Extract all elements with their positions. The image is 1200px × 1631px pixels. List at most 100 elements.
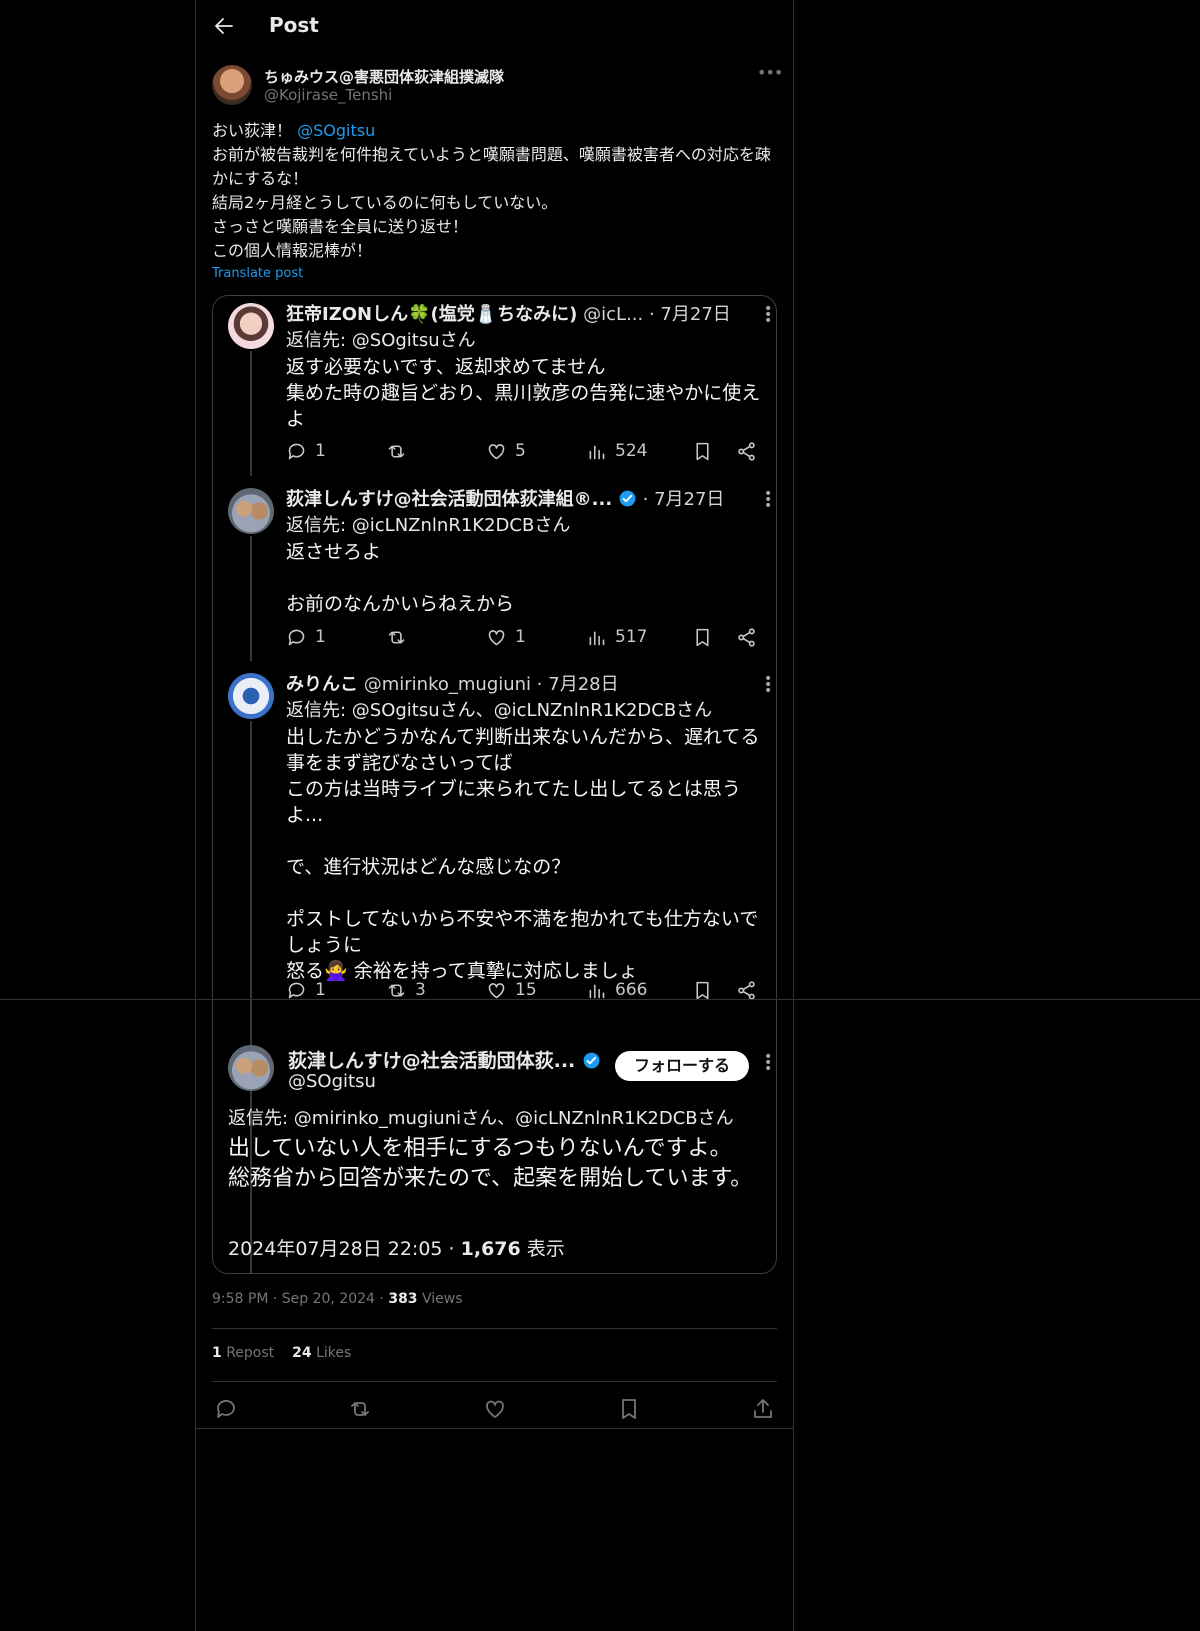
reply-handle: @icL... <box>583 304 644 325</box>
reply-to: 返信先: @SOgitsuさん、@icLNZnlnR1K2DCBさん <box>286 700 713 721</box>
repost-count: 3 <box>415 980 426 1000</box>
likes-stat[interactable]: 24 Likes <box>292 1345 351 1361</box>
reply-line: 出したかどうかなんて判断出来ないんだから、遅れてる事をまず詫びなさいってば <box>286 726 760 774</box>
reply-text: 返させろよ お前のなんかいらねえから <box>286 539 766 617</box>
focused-reply: 荻津しんすけ@社会活動団体荻... @SOgitsu フォローする • • • 返信… <box>213 1034 776 1273</box>
reply-text: 出したかどうかなんて判断出来ないんだから、遅れてる事をまず詫びなさいってば この… <box>286 724 766 984</box>
mention-link[interactable]: @SOgitsu <box>297 121 375 140</box>
views-label: Views <box>422 1291 463 1307</box>
bookmark-icon[interactable] <box>617 1397 641 1421</box>
like-icon <box>488 982 505 998</box>
embedded-screenshot[interactable]: 狂帝IZONしん🍀(塩党🧂ちなみに) @icL... · 7月27日 • • • 返… <box>212 295 777 1274</box>
reply-actions: 1 5 524 <box>286 438 766 464</box>
bookmark-icon <box>696 442 709 460</box>
post-body: おい荻津！ @SOgitsu お前が被告裁判を何件抱えていようと嘆願書問題、嘆願… <box>212 119 777 263</box>
post-greeting: おい荻津！ <box>212 121 293 140</box>
post-time[interactable]: 9:58 PM <box>212 1291 268 1307</box>
repost-icon <box>388 630 405 644</box>
post-line: この個人情報泥棒が！ <box>212 241 373 260</box>
translate-post-link[interactable]: Translate post <box>212 266 303 281</box>
top-bar: Post <box>196 0 793 53</box>
views-action: 517 <box>586 624 647 650</box>
page-title: Post <box>269 13 319 37</box>
reply-icon <box>288 443 305 459</box>
reply-avatar <box>228 1045 274 1091</box>
like-count: 15 <box>515 980 537 1000</box>
reposts-stat[interactable]: 1 Repost <box>212 1345 274 1361</box>
views-icon <box>589 983 605 998</box>
reply-header: 荻津しんすけ@社会活動団体荻津組®... · 7月27日 <box>286 485 724 511</box>
reply-count: 1 <box>315 980 326 1000</box>
reply-line <box>286 880 766 906</box>
likes-label: Likes <box>316 1345 352 1361</box>
like-count: 1 <box>515 627 526 647</box>
reply-icon[interactable] <box>214 1397 238 1421</box>
more-icon: • • • <box>764 301 773 329</box>
reply-date: · 7月27日 <box>648 304 731 325</box>
reply-line <box>286 565 766 591</box>
reply-header: 狂帝IZONしん🍀(塩党🧂ちなみに) @icL... · 7月27日 <box>286 300 731 326</box>
reply-actions: 1 1 517 <box>286 624 766 650</box>
author-handle[interactable]: @Kojirase_Tenshi <box>264 86 392 104</box>
post-line: さっさと嘆願書を全員に送り返せ！ <box>212 217 469 236</box>
share-icon <box>738 441 755 461</box>
reply-text: 出していない人を相手にするつもりないんですよ。 総務省から回答が来たので、起案を… <box>228 1134 768 1194</box>
bookmark-action <box>692 624 713 650</box>
views-count: 517 <box>615 627 648 647</box>
timestamp-text: 2024年07月28日 22:05 · <box>228 1238 461 1260</box>
reply-name: 荻津しんすけ@社会活動団体荻... <box>288 1046 601 1073</box>
reply-line: 返す必要ないです、返却求めてません <box>286 356 606 378</box>
like-count: 5 <box>515 441 526 461</box>
like-icon <box>488 629 505 645</box>
reply-line: 返させろよ <box>286 541 382 563</box>
back-arrow-icon[interactable] <box>212 14 236 38</box>
views-label: 表示 <box>520 1238 565 1260</box>
author-name[interactable]: ちゅみウス@害悪団体荻津組撲滅隊 <box>264 66 504 87</box>
share-icon[interactable] <box>751 1397 775 1421</box>
reply-to: 返信先: @icLNZnlnR1K2DCBさん <box>286 515 571 536</box>
reply-count: 1 <box>315 441 326 461</box>
like-icon[interactable] <box>483 1397 507 1421</box>
reply-header: みりんこ @mirinko_mugiuni · 7月28日 <box>286 670 619 696</box>
views-count: 1,676 <box>460 1238 521 1260</box>
reply-avatar <box>228 673 274 719</box>
reply-line: ポストしてないから不安や不満を抱かれても仕方ないでしょうに <box>286 908 759 956</box>
post-date[interactable]: Sep 20, 2024 <box>282 1291 375 1307</box>
reply-count: 1 <box>315 627 326 647</box>
reply-avatar <box>228 488 274 534</box>
verified-icon <box>583 1052 600 1069</box>
repost-icon <box>388 444 405 458</box>
follow-button: フォローする <box>615 1051 749 1081</box>
repost-icon[interactable] <box>348 1397 372 1421</box>
like-action: 5 <box>486 438 526 464</box>
views-count: 524 <box>615 441 648 461</box>
reply-date: · 7月27日 <box>642 489 725 510</box>
reply-line: お前のなんかいらねえから <box>286 593 515 615</box>
more-icon[interactable]: ••• <box>757 65 783 87</box>
reply-name: みりんこ <box>286 674 358 695</box>
author-avatar[interactable] <box>212 65 252 105</box>
repost-action <box>386 624 415 650</box>
reply-name: 荻津しんすけ@社会活動団体荻津組®... <box>286 489 613 510</box>
views-action: 524 <box>586 438 647 464</box>
reply-to: 返信先: @mirinko_mugiuniさん、@icLNZnlnR1K2DCB… <box>228 1108 734 1129</box>
share-icon <box>738 980 755 1000</box>
reply-line: この方は当時ライブに来られてたし出してるとは思うよ... <box>286 778 741 826</box>
views-count: 666 <box>615 980 648 1000</box>
reply-action: 1 <box>286 438 326 464</box>
overlay-guide-line <box>0 999 1200 1000</box>
thread-reply: 荻津しんすけ@社会活動団体荻津組®... · 7月27日 • • • 返信先: @i… <box>213 481 776 661</box>
reply-timestamp: 2024年07月28日 22:05 · 1,676 表示 <box>228 1234 565 1261</box>
reply-line <box>286 828 766 854</box>
views-icon <box>589 444 605 459</box>
bookmark-action <box>692 438 713 464</box>
reply-name: 狂帝IZONしん🍀(塩党🧂ちなみに) <box>286 304 578 325</box>
reply-handle: @SOgitsu <box>288 1071 376 1092</box>
verified-icon <box>619 490 636 507</box>
reposts-label: Repost <box>226 1345 275 1361</box>
bookmark-icon <box>696 628 709 646</box>
more-icon: • • • <box>764 1049 773 1077</box>
post-column: Post ちゅみウス@害悪団体荻津組撲滅隊 @Kojirase_Tenshi •… <box>195 0 794 1631</box>
thread-reply: みりんこ @mirinko_mugiuni · 7月28日 • • • 返信先: @… <box>213 666 776 1011</box>
likes-count: 24 <box>292 1345 312 1361</box>
